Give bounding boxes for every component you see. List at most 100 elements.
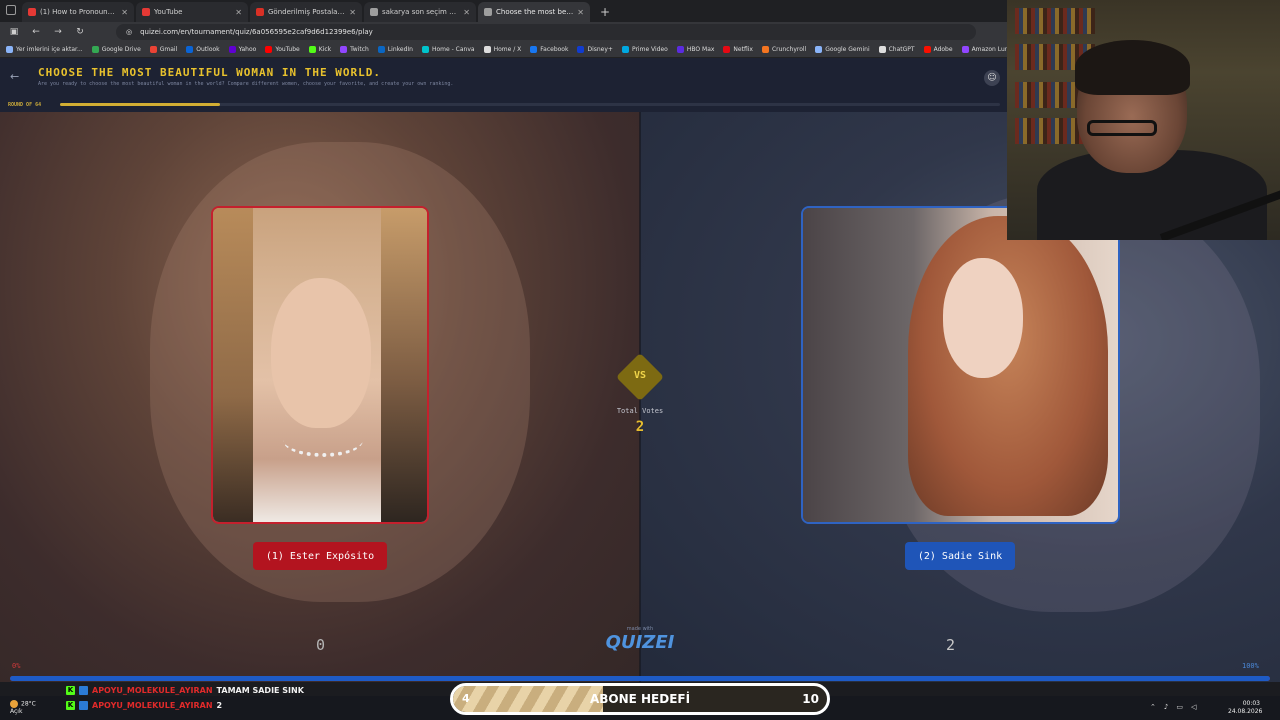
bookmark-icon (308, 46, 316, 53)
left-contestant-photo (213, 208, 427, 522)
system-tray: ⌃ ♪ ▭ ◁ (1150, 703, 1196, 711)
reload-icon[interactable]: ↻ (74, 27, 86, 37)
back-icon[interactable]: ← (30, 27, 42, 37)
bookmark-label: Disney+ (587, 46, 613, 53)
bookmark-item[interactable]: Amazon Luna (961, 46, 1012, 53)
bookmark-item[interactable]: Prime Video (621, 46, 668, 53)
site-info-icon[interactable]: ◎ (126, 28, 132, 36)
close-icon[interactable]: ✕ (235, 8, 242, 17)
bookmark-item[interactable]: Kick (308, 46, 331, 53)
forward-icon[interactable]: → (52, 27, 64, 37)
bookmark-item[interactable]: Home / X (483, 46, 521, 53)
brand-logo[interactable]: QUIZEI (600, 632, 680, 653)
bookmark-icon (923, 46, 931, 53)
weather-desc: Açık (10, 708, 23, 715)
weather-widget[interactable]: 28°C Açık (10, 700, 36, 715)
bookmark-label: Outlook (196, 46, 220, 53)
bookmark-item[interactable]: Adobe (923, 46, 953, 53)
new-tab-button[interactable]: + (592, 2, 618, 22)
bookshelf (1015, 8, 1095, 34)
bookmark-label: Netflix (733, 46, 753, 53)
bookmark-item[interactable]: Yahoo (228, 46, 256, 53)
kick-icon: K (66, 700, 75, 710)
clock-time: 00:03 (1242, 700, 1260, 707)
bookmark-icon (676, 46, 684, 53)
tab-favicon-icon (370, 8, 378, 16)
right-contestant-card[interactable] (801, 206, 1120, 524)
close-icon[interactable]: ✕ (349, 8, 356, 17)
bookmark-icon (761, 46, 769, 53)
left-score: 0 (316, 636, 326, 654)
photo-detail (283, 423, 363, 457)
total-votes-label: Total Votes (616, 407, 664, 415)
photo-detail (381, 208, 427, 522)
photo-detail (213, 208, 253, 522)
round-progress-track (60, 103, 1000, 106)
bookmark-item[interactable]: HBO Max (676, 46, 714, 53)
tray-chevron-icon[interactable]: ⌃ (1150, 703, 1156, 711)
bookmark-item[interactable]: Google Drive (91, 46, 141, 53)
tab-favicon-icon (142, 8, 150, 16)
tab-favicon-icon (256, 8, 264, 16)
bookmark-item[interactable]: Google Gemini (815, 46, 870, 53)
badge-icon (79, 700, 88, 710)
bookmark-label: Gmail (159, 46, 178, 53)
bookmark-icon (377, 46, 385, 53)
tab-favicon-icon (28, 8, 36, 16)
round-progress-fill (60, 103, 220, 106)
bookmark-item[interactable]: Home - Canva (421, 46, 475, 53)
left-contestant-card[interactable] (211, 206, 429, 524)
right-score: 2 (946, 636, 956, 654)
bookmark-label: Home - Canva (431, 46, 475, 53)
tab-title: Choose the most beautiful wo (496, 8, 574, 16)
bookmark-icon (961, 46, 969, 53)
screen: (1) How to Pronounce "Bottle ✕ YouTube ✕ G… (0, 0, 1280, 720)
browser-tab-active[interactable]: Choose the most beautiful wo✕ (478, 2, 590, 22)
bookmark-item[interactable]: Twitch (340, 46, 369, 53)
back-arrow-icon[interactable]: ← (10, 70, 19, 83)
bookmark-label: Yer imlerini içe aktar... (16, 46, 83, 53)
bookmark-item[interactable]: Netflix (723, 46, 753, 53)
browser-tab[interactable]: YouTube ✕ (136, 2, 248, 22)
left-contestant-button[interactable]: (1) Ester Expósito (253, 542, 387, 570)
bookmark-icon (186, 46, 194, 53)
clock[interactable]: 00:03 24.08.2026 (1228, 700, 1262, 716)
bookmark-item[interactable]: Facebook (530, 46, 568, 53)
bookmark-label: Twitch (350, 46, 369, 53)
bookmark-icon (577, 46, 585, 53)
close-icon[interactable]: ✕ (121, 8, 128, 17)
tab-title: YouTube (154, 8, 183, 16)
photo-detail (271, 278, 371, 428)
profile-icon[interactable]: ☺ (984, 70, 1000, 86)
bookmark-item[interactable]: LinkedIn (377, 46, 413, 53)
volume-icon[interactable]: ◁ (1191, 703, 1196, 711)
bookmark-item[interactable]: Outlook (186, 46, 220, 53)
tab-actions-icon[interactable] (6, 5, 16, 15)
bookmark-item[interactable]: Gmail (149, 46, 178, 53)
browser-tab[interactable]: (1) How to Pronounce "Bottle ✕ (22, 2, 134, 22)
bookmark-label: ChatGPT (888, 46, 915, 53)
sidebar-toggle-icon[interactable]: ▣ (8, 27, 20, 37)
bookmark-label: Crunchyroll (771, 46, 807, 53)
right-contestant-button[interactable]: (2) Sadie Sink (905, 542, 1015, 570)
bookmark-item[interactable]: YouTube (265, 46, 300, 53)
browser-tab[interactable]: sakarya son seçim sonuçları - G ✕ (364, 2, 476, 22)
photo-detail (943, 258, 1023, 378)
bookmark-item[interactable]: Disney+ (577, 46, 613, 53)
tab-title: sakarya son seçim sonuçları - G (382, 8, 459, 16)
bookmark-item[interactable]: Yer imlerini içe aktar... (6, 46, 83, 53)
chat-message: K APOYU_MOLEKULE_AYIRAN TAMAM SADIE SINK (66, 684, 304, 696)
network-icon[interactable]: ▭ (1176, 703, 1183, 711)
bookmark-item[interactable]: Crunchyroll (761, 46, 807, 53)
address-bar[interactable]: ◎ quizei.com/en/tournament/quiz/6a056595… (116, 24, 976, 40)
bookmark-item[interactable]: ChatGPT (878, 46, 915, 53)
bookmark-icon (6, 46, 13, 53)
bookmark-icon (878, 46, 886, 53)
tab-title: Gönderilmiş Postalar - alican.tu (268, 8, 346, 16)
url-text: quizei.com/en/tournament/quiz/6a056595e2… (140, 28, 373, 36)
streamer-hair (1075, 40, 1190, 95)
microphone-icon[interactable]: ♪ (1164, 703, 1168, 711)
close-icon[interactable]: ✕ (463, 8, 470, 17)
browser-tab[interactable]: Gönderilmiş Postalar - alican.tu✕ (250, 2, 362, 22)
close-icon[interactable]: ✕ (577, 8, 584, 17)
